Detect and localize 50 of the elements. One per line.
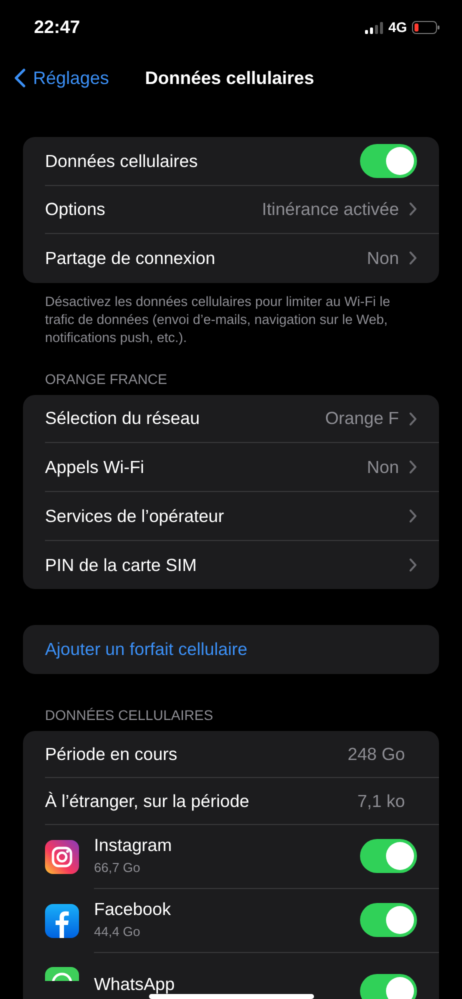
chevron-right-icon bbox=[409, 460, 417, 474]
settings-row[interactable]: Sélection du réseau Orange F bbox=[23, 394, 439, 444]
row-value: Orange F bbox=[325, 407, 399, 430]
section-header: ORANGE FRANCE bbox=[44, 370, 168, 387]
settings-row[interactable]: Options Itinérance activée bbox=[23, 186, 439, 234]
data-usage: 44,4 Go bbox=[94, 923, 142, 941]
chat-bubble-icon bbox=[45, 966, 79, 981]
back-button[interactable]: Réglages bbox=[0, 64, 110, 92]
section-header: DONNÉES CELLULAIRES bbox=[44, 706, 214, 723]
clock-time: 22:47 bbox=[34, 16, 80, 39]
row-label: Données cellulaires bbox=[45, 150, 198, 173]
row-label: Facebook bbox=[94, 899, 172, 920]
row-label: Sélection du réseau bbox=[45, 407, 200, 430]
data-usage: 66,7 Go bbox=[94, 859, 142, 877]
toggle-switch[interactable] bbox=[360, 144, 417, 178]
settings-row[interactable]: Services de l’opérateur bbox=[23, 492, 439, 541]
row-label: Instagram bbox=[94, 835, 173, 856]
chevron-right-icon bbox=[409, 202, 417, 216]
row-value: Non bbox=[366, 456, 399, 480]
chevron-right-icon bbox=[409, 412, 417, 426]
chevron-right-icon bbox=[409, 508, 417, 523]
network-label: 4G bbox=[388, 18, 407, 37]
settings-row[interactable]: PIN de la carte SIM bbox=[23, 540, 439, 590]
battery-icon bbox=[412, 21, 440, 34]
page-title: Données cellulaires bbox=[145, 66, 314, 90]
row-value: Itinérance activée bbox=[262, 198, 399, 222]
row-label: WhatsApp bbox=[94, 974, 176, 996]
row-label: Appels Wi-Fi bbox=[45, 456, 144, 480]
app-logo-icon bbox=[45, 904, 79, 938]
camera-icon bbox=[45, 840, 79, 874]
toggle-switch[interactable] bbox=[360, 839, 417, 874]
row-label: Partage de connexion bbox=[45, 247, 216, 270]
row-label: À l’étranger, sur la période bbox=[45, 790, 250, 813]
chevron-left-icon bbox=[14, 68, 26, 88]
row-label[interactable]: Ajouter un forfait cellulaire bbox=[45, 636, 248, 663]
row-label: Services de l’opérateur bbox=[45, 504, 224, 528]
row-value: 7,1 ko bbox=[357, 790, 405, 813]
toggle-switch[interactable] bbox=[360, 903, 417, 938]
toggle-switch[interactable] bbox=[360, 974, 417, 999]
settings-row[interactable]: Partage de connexion Non bbox=[23, 234, 439, 283]
chevron-right-icon bbox=[409, 251, 417, 266]
signal-icon bbox=[365, 22, 384, 34]
section-footer: Désactivez les données cellulaires pour limiter au Wi-Fi le trafic de données (envoi d’e-mails, navigation sur le Web, notifications push, etc.). bbox=[23, 292, 439, 347]
chevron-right-icon bbox=[409, 558, 417, 572]
settings-row[interactable]: Appels Wi-Fi Non bbox=[23, 443, 439, 492]
row-label: PIN de la carte SIM bbox=[45, 554, 197, 577]
row-label: Options bbox=[45, 198, 106, 222]
row-value: Non bbox=[366, 247, 399, 270]
row-value: 248 Go bbox=[348, 742, 405, 766]
row-label: Période en cours bbox=[45, 742, 178, 766]
